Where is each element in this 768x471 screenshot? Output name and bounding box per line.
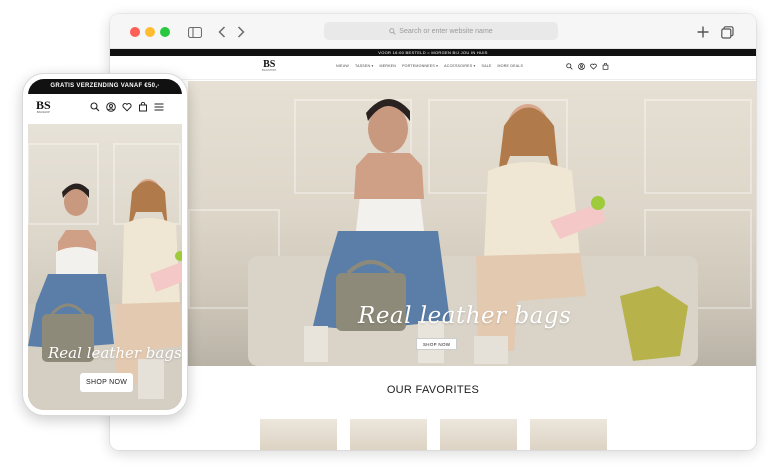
main-menu: NIEUW TASSEN ▾ MERKEN PORTEMONNEES ▾ ACC… bbox=[336, 64, 523, 68]
menu-item-accessoires[interactable]: ACCESSOIRES ▾ bbox=[444, 64, 475, 68]
menu-item-sale[interactable]: SALE bbox=[482, 64, 492, 68]
browser-window: Search or enter website name VOOR 16:00 … bbox=[110, 14, 756, 450]
mobile-hero-photo bbox=[28, 143, 182, 410]
product-thumbnail[interactable] bbox=[350, 419, 427, 450]
promo-bar: VOOR 16:00 BESTELD = MORGEN BIJ JOU IN H… bbox=[110, 49, 756, 56]
menu-item-merken[interactable]: MERKEN bbox=[380, 64, 397, 68]
mobile-promo-bar: GRATIS VERZENDING VANAF €50,- bbox=[28, 79, 182, 94]
product-thumbnail[interactable] bbox=[530, 419, 607, 450]
maximize-window-button[interactable] bbox=[160, 27, 170, 37]
heart-icon[interactable] bbox=[122, 102, 132, 112]
favorites-heading: OUR FAVORITES bbox=[386, 384, 480, 396]
mobile-navigation: BS BAGSHOP bbox=[28, 94, 182, 124]
product-thumbnail[interactable] bbox=[440, 419, 517, 450]
mobile-header-icons bbox=[90, 102, 164, 112]
account-icon[interactable] bbox=[106, 102, 116, 112]
close-window-button[interactable] bbox=[130, 27, 140, 37]
stage: Search or enter website name VOOR 16:00 … bbox=[0, 0, 768, 471]
phone-screen: GRATIS VERZENDING VANAF €50,- BS BAGSHOP bbox=[28, 79, 182, 410]
phone-frame: GRATIS VERZENDING VANAF €50,- BS BAGSHOP bbox=[22, 73, 188, 416]
tabs-icon[interactable] bbox=[718, 23, 736, 41]
search-icon[interactable] bbox=[90, 102, 100, 112]
back-icon[interactable] bbox=[213, 23, 231, 41]
minimize-window-button[interactable] bbox=[145, 27, 155, 37]
menu-item-tassen[interactable]: TASSEN ▾ bbox=[355, 64, 374, 68]
site-navigation: BS BAGSHOP NIEUW TASSEN ▾ MERKEN PORTEMO… bbox=[110, 56, 756, 80]
browser-titlebar: Search or enter website name bbox=[110, 14, 756, 49]
header-icons bbox=[565, 62, 609, 70]
mobile-hero-banner: Real leather bags SHOP NOW bbox=[28, 124, 182, 410]
sidebar-icon[interactable] bbox=[186, 23, 204, 41]
cart-icon[interactable] bbox=[138, 102, 148, 112]
website-content: VOOR 16:00 BESTELD = MORGEN BIJ JOU IN H… bbox=[110, 49, 756, 450]
account-icon[interactable] bbox=[577, 62, 585, 70]
mobile-site-logo[interactable]: BS BAGSHOP bbox=[36, 99, 51, 114]
menu-icon[interactable] bbox=[154, 102, 164, 112]
plus-icon[interactable] bbox=[694, 23, 712, 41]
shop-now-button[interactable]: SHOP NOW bbox=[416, 338, 458, 350]
forward-icon[interactable] bbox=[232, 23, 250, 41]
menu-item-more-deals[interactable]: MORE DEALS bbox=[498, 64, 524, 68]
mobile-hero-title: Real leather bags bbox=[48, 344, 182, 362]
address-bar[interactable]: Search or enter website name bbox=[324, 22, 558, 40]
mobile-shop-now-button[interactable]: SHOP NOW bbox=[80, 373, 134, 392]
menu-item-portemonnees[interactable]: PORTEMONNEES ▾ bbox=[402, 64, 438, 68]
hero-title: Real leather bags bbox=[358, 303, 572, 329]
address-placeholder: Search or enter website name bbox=[399, 27, 493, 35]
search-icon[interactable] bbox=[565, 62, 573, 70]
heart-icon[interactable] bbox=[589, 62, 597, 70]
cart-icon[interactable] bbox=[601, 62, 609, 70]
search-icon bbox=[389, 27, 396, 35]
hero-banner: Real leather bags SHOP NOW bbox=[188, 81, 756, 366]
product-thumbnail[interactable] bbox=[260, 419, 337, 450]
menu-item-nieuw[interactable]: NIEUW bbox=[336, 64, 349, 68]
site-logo[interactable]: BS BAGSHOP bbox=[262, 60, 276, 73]
